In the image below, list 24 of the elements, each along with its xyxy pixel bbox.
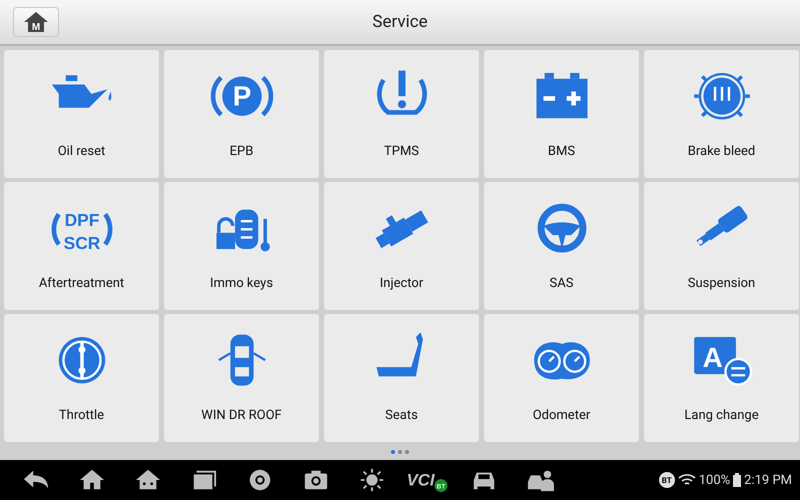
service-tile[interactable]: BMS [484, 50, 639, 178]
service-tile[interactable]: Oil reset [4, 50, 159, 178]
bluetooth-status: BT [658, 472, 675, 488]
home-icon: M [23, 11, 49, 33]
screen-title: Service [372, 12, 428, 32]
service-tile[interactable]: Suspension [644, 182, 799, 310]
service-tile[interactable]: TPMS [324, 50, 479, 178]
service-tile[interactable]: Throttle [4, 314, 159, 442]
service-tile[interactable]: A Lang change [644, 314, 799, 442]
battery-icon [733, 473, 742, 487]
service-tile[interactable]: Odometer [484, 314, 639, 442]
clock: 2:19 PM [744, 472, 792, 488]
service-tile[interactable]: Injector [324, 182, 479, 310]
service-tile[interactable]: DPF SCR Aftertreatment [4, 182, 159, 310]
service-tile[interactable]: Seats [324, 314, 479, 442]
service-tile[interactable]: P EPB [164, 50, 319, 178]
home-button[interactable]: M [13, 7, 59, 37]
brightness-icon[interactable] [358, 467, 386, 493]
wifi-icon [678, 473, 696, 487]
service-tile[interactable]: SAS [484, 182, 639, 310]
service-tile[interactable]: Immo keys [164, 182, 319, 310]
service-tile[interactable]: Brake bleed [644, 50, 799, 178]
service-tile[interactable]: WIN DR ROOF [164, 314, 319, 442]
battery-percent: 100% [698, 472, 730, 488]
